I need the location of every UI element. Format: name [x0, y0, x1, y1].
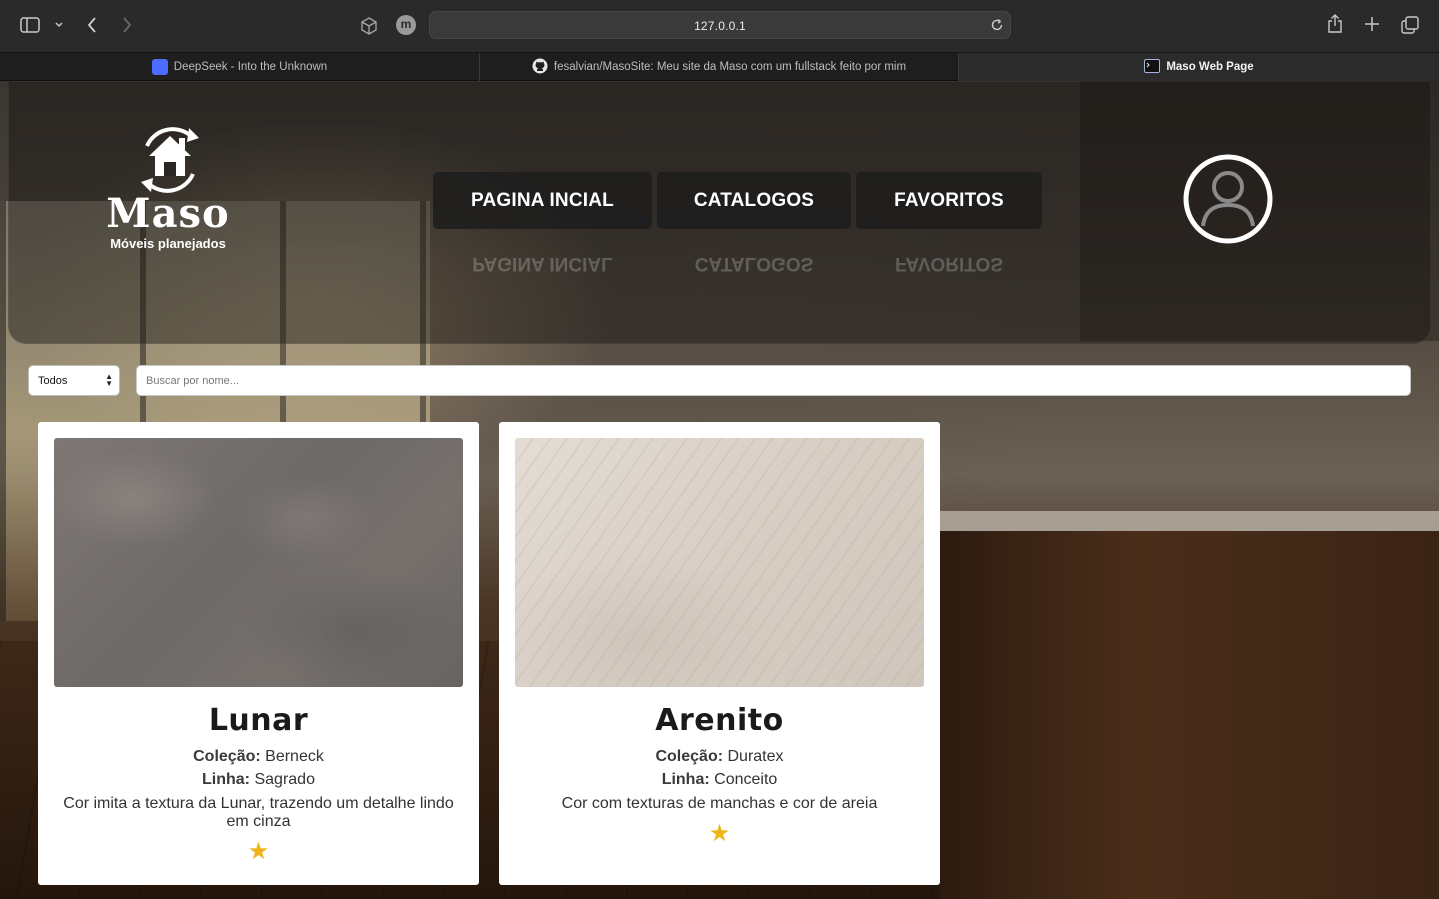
nav-home[interactable]: PAGINA INCIAL	[433, 172, 652, 229]
line-label: Linha:	[661, 771, 710, 788]
github-favicon-icon	[532, 58, 548, 77]
star-icon[interactable]: ★	[38, 840, 479, 864]
tab-deepseek[interactable]: DeepSeek - Into the Unknown	[0, 53, 480, 81]
product-name: Lunar	[208, 703, 309, 738]
address-bar[interactable]: 127.0.0.1	[429, 11, 1011, 39]
nav-reflection: PAGINA INCIAL	[472, 253, 613, 274]
collection-value: Duratex	[727, 748, 784, 765]
nav-label: FAVORITOS	[894, 189, 1004, 211]
search-placeholder: Buscar por nome...	[146, 375, 239, 387]
share-icon[interactable]	[1326, 14, 1344, 38]
line-value: Sagrado	[254, 771, 315, 788]
forward-icon[interactable]	[121, 16, 133, 38]
product-line: Linha: Sagrado	[58, 771, 459, 789]
collection-label: Coleção:	[655, 748, 724, 765]
background-island	[940, 531, 1439, 899]
logo-wordmark: Maso	[106, 190, 230, 237]
tab-strip: DeepSeek - Into the Unknown fesalvian/Ma…	[0, 52, 1439, 81]
nav-reflection: FAVORITOS	[894, 253, 1004, 274]
category-select-value: Todos	[38, 375, 68, 387]
search-input[interactable]: Buscar por nome...	[136, 365, 1411, 396]
select-arrows-icon: ▲ ▼	[105, 372, 113, 388]
browser-toolbar: m 127.0.0.1	[0, 0, 1439, 52]
star-icon[interactable]: ★	[499, 822, 940, 846]
cube-extension-icon[interactable]	[359, 16, 379, 40]
product-card[interactable]: Arenito Coleção: Duratex Linha: Conceito…	[499, 422, 940, 885]
nav-catalogs[interactable]: CATALOGOS	[657, 172, 851, 229]
site-header: Maso Móveis planejados PAGINA INCIAL CAT…	[8, 81, 1431, 344]
line-value: Conceito	[714, 771, 778, 788]
nav-reflection: CATALOGOS	[694, 253, 814, 274]
category-select[interactable]: Todos ▲ ▼	[28, 365, 120, 396]
tab-overview-icon[interactable]	[1401, 16, 1419, 38]
collection-label: Coleção:	[193, 748, 261, 765]
tab-label: DeepSeek - Into the Unknown	[173, 61, 328, 73]
logo-subtitle: Móveis planejados	[110, 236, 226, 251]
tab-label: fesalvian/MasoSite: Meu site da Maso com…	[553, 61, 907, 73]
product-collection: Coleção: Duratex	[519, 748, 920, 766]
user-avatar-icon[interactable]	[1183, 154, 1273, 244]
product-line: Linha: Conceito	[519, 771, 920, 789]
profile-avatar[interactable]: m	[396, 15, 416, 35]
tab-maso[interactable]: Maso Web Page	[959, 53, 1439, 81]
product-collection: Coleção: Berneck	[58, 748, 459, 766]
reload-icon[interactable]	[990, 18, 1004, 37]
product-texture-image	[515, 438, 924, 687]
page-viewport: Maso Móveis planejados PAGINA INCIAL CAT…	[0, 81, 1439, 899]
url-text: 127.0.0.1	[694, 19, 746, 33]
terminal-favicon-icon	[1144, 58, 1161, 76]
maso-logo[interactable]: Maso Móveis planejados	[93, 124, 243, 254]
product-card[interactable]: Lunar Coleção: Berneck Linha: Sagrado Co…	[38, 422, 479, 885]
background-countertop	[940, 511, 1439, 533]
deepseek-favicon-icon	[151, 59, 168, 75]
product-description: Cor imita a textura da Lunar, trazendo u…	[63, 795, 454, 830]
back-icon[interactable]	[86, 16, 98, 38]
nav-label: PAGINA INCIAL	[471, 189, 614, 211]
line-label: Linha:	[202, 771, 251, 788]
product-description: Cor com texturas de manchas e cor de are…	[561, 795, 878, 812]
nav-favorites[interactable]: FAVORITOS	[856, 172, 1042, 229]
tab-github[interactable]: fesalvian/MasoSite: Meu site da Maso com…	[480, 53, 959, 81]
product-name: Arenito	[655, 703, 784, 738]
chevron-down-icon[interactable]	[54, 18, 64, 34]
tab-label: Maso Web Page	[1166, 61, 1254, 73]
new-tab-icon[interactable]	[1364, 16, 1380, 36]
product-texture-image	[54, 438, 463, 687]
sidebar-toggle-icon[interactable]	[20, 16, 40, 38]
nav-label: CATALOGOS	[693, 189, 815, 211]
profile-initial: m	[400, 17, 412, 31]
collection-value: Berneck	[265, 748, 324, 765]
